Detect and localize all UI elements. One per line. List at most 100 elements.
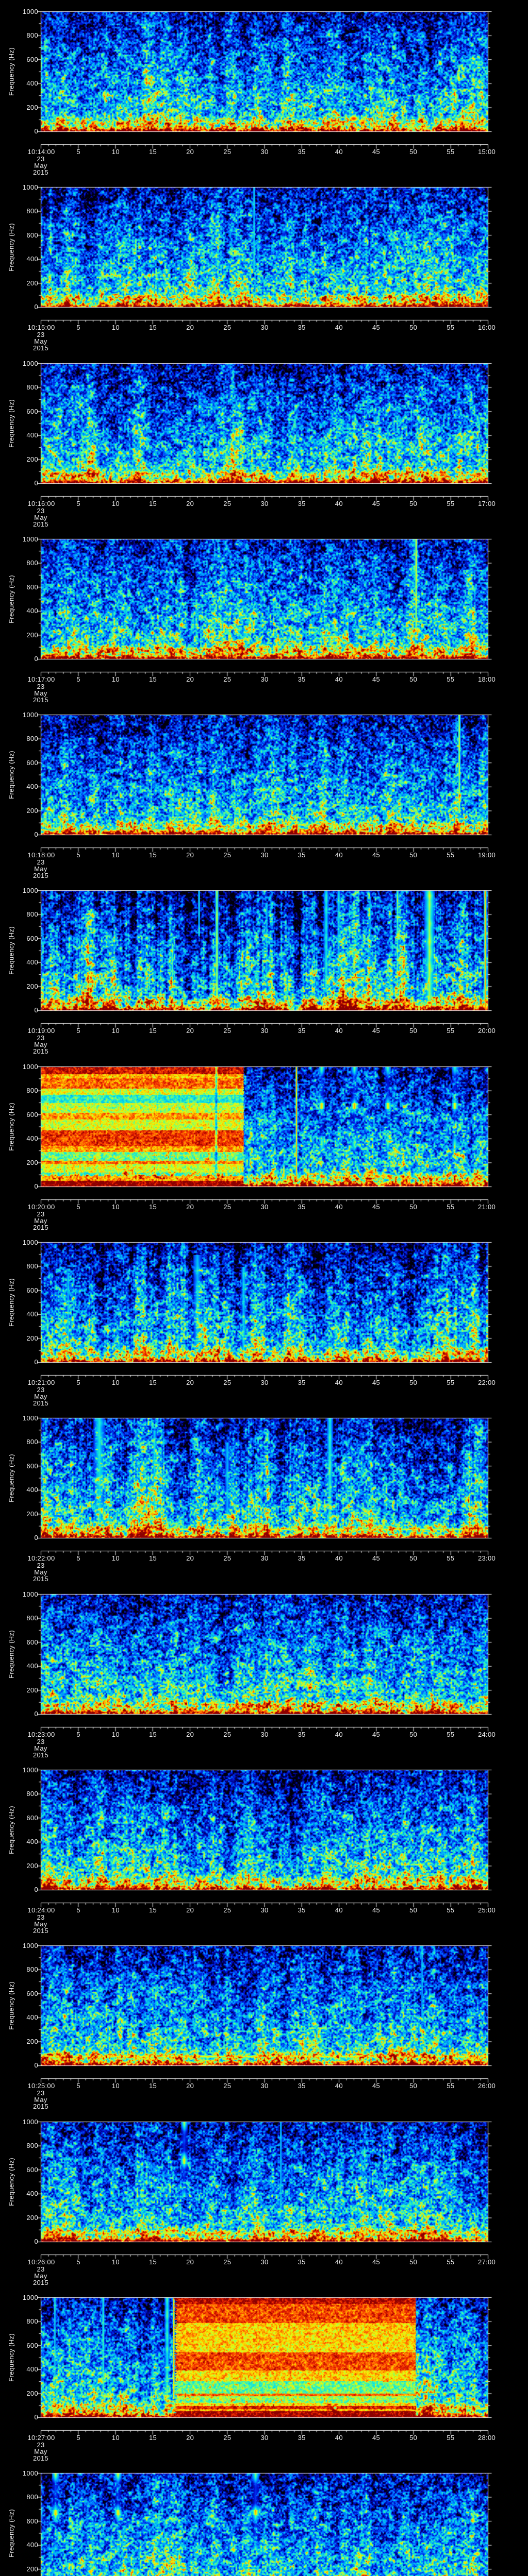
- end-time-label: 25:00: [477, 1906, 496, 1914]
- x-tick-label: 20: [186, 2082, 194, 2090]
- x-tick-label: 45: [372, 2082, 381, 2090]
- x-tick-label: 15: [148, 324, 157, 331]
- y-tick-label: 1000: [22, 711, 38, 719]
- date-line: 2015: [32, 1751, 49, 1759]
- x-tick-label: 35: [298, 2082, 306, 2090]
- x-tick-label: 30: [260, 1906, 269, 1914]
- x-tick-label: 35: [298, 851, 306, 859]
- x-tick-label: 50: [409, 851, 418, 859]
- y-tick-label: 0: [34, 1358, 38, 1366]
- y-axis-title: Frequency (Hz): [7, 1454, 15, 1502]
- x-tick-label: 5: [76, 1906, 80, 1914]
- x-tick-label: 40: [335, 148, 343, 156]
- date-line: 2015: [32, 168, 49, 176]
- x-tick-label: 35: [298, 2434, 306, 2442]
- x-tick-label: 20: [186, 324, 194, 331]
- y-tick-label: 0: [34, 2061, 38, 2069]
- y-tick-label: 600: [26, 934, 38, 942]
- x-tick-label: 55: [447, 1379, 455, 1386]
- y-tick-label: 800: [26, 1965, 38, 1974]
- y-tick-label: 200: [26, 279, 38, 287]
- x-tick-label: 40: [335, 1203, 343, 1211]
- x-tick-label: 45: [372, 324, 381, 331]
- x-tick-label: 55: [447, 675, 455, 683]
- y-tick-label: 800: [26, 1614, 38, 1622]
- y-tick-label: 200: [26, 2565, 38, 2573]
- x-tick-label: 10: [111, 2082, 120, 2090]
- x-tick-label: 45: [372, 500, 381, 507]
- y-tick-label: 200: [26, 2037, 38, 2045]
- x-tick-label: 10: [111, 1379, 120, 1386]
- y-tick-label: 0: [34, 303, 38, 311]
- x-tick-label: 20: [186, 2434, 194, 2442]
- y-tick-label: 1000: [22, 1414, 38, 1422]
- y-axis-title: Frequency (Hz): [7, 926, 15, 975]
- y-tick-label: 800: [26, 383, 38, 392]
- x-tick-label: 50: [409, 2258, 418, 2266]
- x-tick-label: 55: [447, 1027, 455, 1035]
- x-tick-label: 35: [298, 500, 306, 507]
- x-tick-label: 35: [298, 324, 306, 331]
- x-tick-label: 10: [111, 500, 120, 507]
- y-tick-label: 800: [26, 2142, 38, 2150]
- y-tick-label: 200: [26, 455, 38, 463]
- x-tick-label: 50: [409, 500, 418, 507]
- x-tick-label: 45: [372, 675, 381, 683]
- spectrogram-panel-10:16:00: Frequency (Hz) 1000 800 600 400 200 0 5 10 15 20 25…: [0, 352, 528, 528]
- y-tick-label: 0: [34, 831, 38, 838]
- spectrogram-panel-10:23:00: Frequency (Hz) 1000 800 600 400 200 0 5 10 15 20 25…: [0, 1583, 528, 1759]
- x-tick-label: 25: [223, 1027, 232, 1035]
- x-tick-label: 35: [298, 1554, 306, 1562]
- x-tick-label: 20: [186, 1203, 194, 1211]
- y-tick-label: 1000: [22, 8, 38, 15]
- y-tick-label: 0: [34, 1886, 38, 1893]
- spectrogram-canvas: [0, 2462, 528, 2576]
- x-tick-label: 40: [335, 675, 343, 683]
- y-tick-label: 1000: [22, 2469, 38, 2477]
- y-tick-label: 600: [26, 1110, 38, 1118]
- start-time-label: 10:20:00: [27, 1203, 55, 1211]
- date-line: 2015: [32, 1399, 49, 1407]
- y-tick-label: 600: [26, 583, 38, 591]
- x-tick-label: 10: [111, 1731, 120, 1738]
- start-time-label: 10:27:00: [27, 2434, 55, 2442]
- y-tick-label: 400: [26, 1310, 38, 1318]
- x-tick-label: 55: [447, 324, 455, 331]
- x-tick-label: 35: [298, 1731, 306, 1738]
- date-line: 2015: [32, 696, 49, 704]
- start-time-label: 10:22:00: [27, 1554, 55, 1562]
- x-tick-label: 15: [148, 1731, 157, 1738]
- y-tick-label: 200: [26, 2213, 38, 2222]
- x-tick-label: 50: [409, 2082, 418, 2090]
- x-tick-label: 5: [76, 1379, 80, 1386]
- x-tick-label: 10: [111, 851, 120, 859]
- x-tick-label: 10: [111, 675, 120, 683]
- x-tick-label: 45: [372, 1379, 381, 1386]
- y-tick-label: 600: [26, 231, 38, 239]
- x-tick-label: 15: [148, 1379, 157, 1386]
- y-tick-label: 400: [26, 1134, 38, 1143]
- x-tick-label: 30: [260, 2258, 269, 2266]
- y-tick-label: 800: [26, 207, 38, 215]
- x-tick-label: 55: [447, 148, 455, 156]
- x-tick-label: 15: [148, 851, 157, 859]
- x-tick-label: 40: [335, 1027, 343, 1035]
- start-time-label: 10:14:00: [27, 148, 55, 156]
- x-tick-label: 55: [447, 2434, 455, 2442]
- date-line: 2015: [32, 1224, 49, 1231]
- y-axis-title: Frequency (Hz): [7, 223, 15, 272]
- x-tick-label: 45: [372, 1731, 381, 1738]
- x-tick-label: 20: [186, 148, 194, 156]
- start-time-label: 10:26:00: [27, 2258, 55, 2266]
- date-line: 2015: [32, 2279, 49, 2286]
- x-tick-label: 15: [148, 1906, 157, 1914]
- x-tick-label: 15: [148, 2258, 157, 2266]
- x-tick-label: 25: [223, 324, 232, 331]
- y-tick-label: 400: [26, 607, 38, 615]
- x-tick-label: 10: [111, 1906, 120, 1914]
- end-time-label: 22:00: [477, 1379, 496, 1386]
- x-tick-label: 15: [148, 675, 157, 683]
- spectrogram-panel-10:20:00: Frequency (Hz) 1000 800 600 400 200 0 5 10 15 20 25…: [0, 1055, 528, 1231]
- y-tick-label: 1000: [22, 1942, 38, 1950]
- x-tick-label: 30: [260, 500, 269, 507]
